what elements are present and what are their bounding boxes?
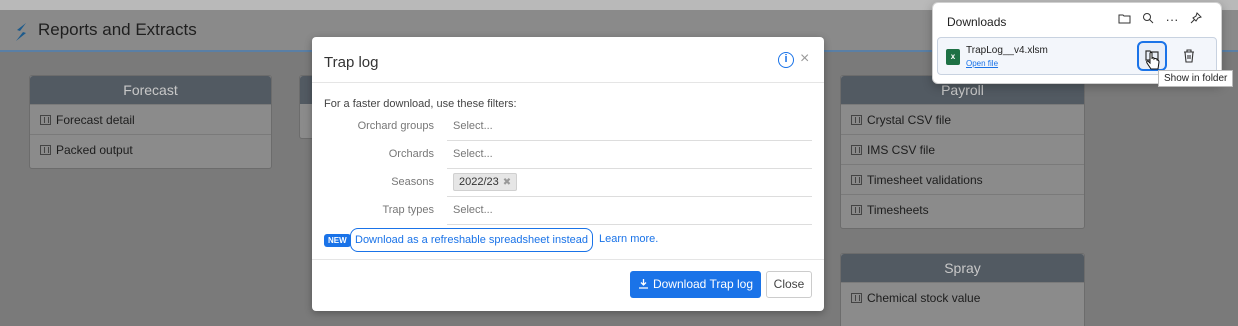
download-filename: TrapLog__v4.xlsm bbox=[966, 45, 1048, 56]
close-button[interactable]: Close bbox=[766, 271, 812, 298]
filter-label: Trap types bbox=[382, 204, 434, 216]
report-icon bbox=[851, 205, 862, 215]
close-icon[interactable]: × bbox=[800, 50, 809, 68]
report-item-chemical-stock-value[interactable]: Chemical stock value bbox=[841, 282, 1084, 312]
show-in-folder-tooltip: Show in folder bbox=[1158, 70, 1234, 87]
season-chip: 2022/23 ✖ bbox=[453, 173, 518, 191]
trap-log-dialog: Trap log i × For a faster download, use … bbox=[312, 37, 824, 311]
report-item-timesheets[interactable]: Timesheets bbox=[841, 194, 1084, 224]
panel-header: Spray bbox=[841, 254, 1084, 282]
new-badge: NEW bbox=[324, 234, 351, 247]
app-logo-icon bbox=[16, 23, 26, 41]
report-item-forecast-detail[interactable]: Forecast detail bbox=[30, 104, 271, 134]
report-icon bbox=[851, 175, 862, 185]
hand-cursor-icon bbox=[1146, 52, 1160, 70]
download-icon bbox=[638, 279, 648, 289]
page-title: Reports and Extracts bbox=[38, 20, 197, 39]
filter-hint: For a faster download, use these filters… bbox=[324, 98, 517, 110]
dialog-title: Trap log bbox=[324, 54, 379, 71]
search-icon[interactable] bbox=[1139, 11, 1157, 29]
spray-panel: Spray Chemical stock value bbox=[840, 253, 1085, 326]
filter-trap-types: Trap types Select... bbox=[312, 197, 824, 225]
panel-header: Forecast bbox=[30, 76, 271, 104]
open-file-link[interactable]: Open file bbox=[966, 59, 998, 68]
report-icon bbox=[40, 145, 51, 155]
learn-more-link[interactable]: Learn more. bbox=[599, 233, 658, 245]
orchards-select[interactable]: Select... bbox=[447, 141, 812, 169]
trap-types-select[interactable]: Select... bbox=[447, 197, 812, 225]
seasons-select[interactable]: 2022/23 ✖ bbox=[447, 169, 812, 197]
orchard-groups-select[interactable]: Select... bbox=[447, 113, 812, 141]
report-icon bbox=[40, 115, 51, 125]
payroll-panel: Payroll Crystal CSV file IMS CSV file Ti… bbox=[840, 75, 1085, 229]
downloads-title: Downloads bbox=[947, 15, 1007, 29]
excel-file-icon: x bbox=[946, 49, 960, 65]
download-trap-log-button[interactable]: Download Trap log bbox=[630, 271, 761, 298]
filter-label: Seasons bbox=[391, 176, 434, 188]
filter-orchard-groups: Orchard groups Select... bbox=[312, 113, 824, 141]
report-item-ims-csv[interactable]: IMS CSV file bbox=[841, 134, 1084, 164]
forecast-panel: Forecast Forecast detail Packed output bbox=[29, 75, 272, 169]
pin-icon[interactable] bbox=[1187, 11, 1205, 29]
trash-icon[interactable] bbox=[1181, 48, 1197, 64]
filter-label: Orchard groups bbox=[357, 120, 434, 132]
report-item-crystal-csv[interactable]: Crystal CSV file bbox=[841, 104, 1084, 134]
report-icon bbox=[851, 145, 862, 155]
filter-label: Orchards bbox=[388, 148, 434, 160]
divider bbox=[312, 82, 824, 83]
report-item-packed-output[interactable]: Packed output bbox=[30, 134, 271, 164]
filter-orchards: Orchards Select... bbox=[312, 141, 824, 169]
remove-chip-icon[interactable]: ✖ bbox=[503, 177, 511, 188]
more-icon[interactable]: ··· bbox=[1163, 11, 1181, 29]
report-icon bbox=[851, 115, 862, 125]
divider bbox=[312, 259, 824, 260]
report-item-timesheet-validations[interactable]: Timesheet validations bbox=[841, 164, 1084, 194]
folder-icon[interactable] bbox=[1115, 11, 1133, 29]
report-icon bbox=[851, 293, 862, 303]
info-icon[interactable]: i bbox=[778, 52, 794, 68]
download-spreadsheet-link[interactable]: Download as a refreshable spreadsheet in… bbox=[350, 228, 593, 252]
filter-seasons: Seasons 2022/23 ✖ bbox=[312, 169, 824, 197]
